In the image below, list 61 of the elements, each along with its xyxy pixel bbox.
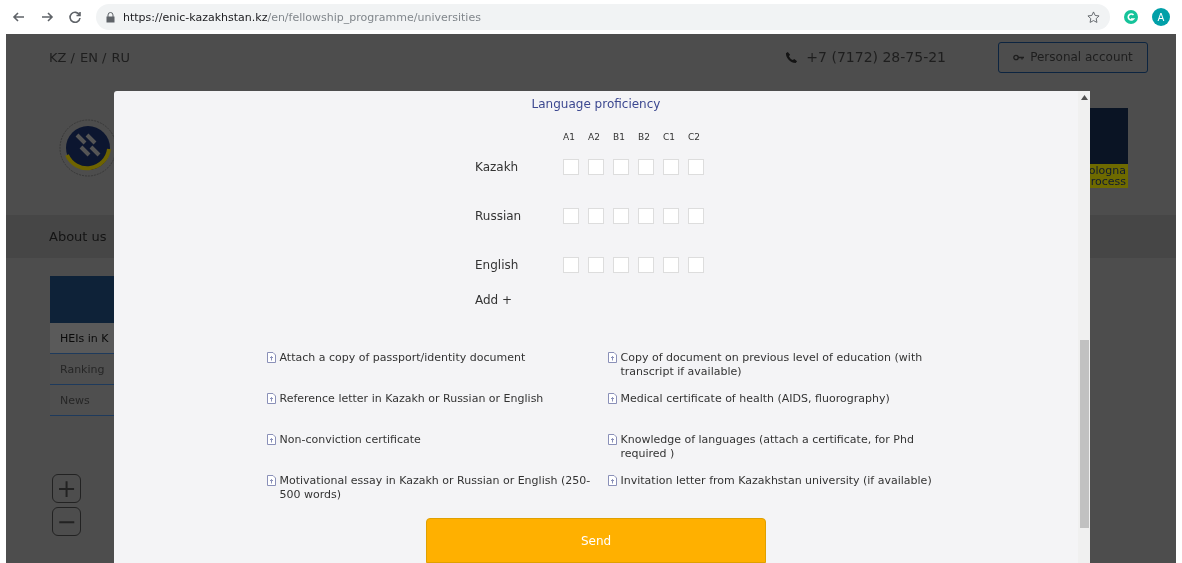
document-label: Invitation letter from Kazakhstan university (if available) (620, 474, 933, 488)
add-language-link[interactable]: Add + (475, 293, 513, 307)
level-checkbox[interactable] (588, 158, 604, 175)
scrollbar-thumb[interactable] (1079, 340, 1089, 528)
level-header: C1 (663, 132, 676, 142)
level-checkbox[interactable] (688, 158, 704, 175)
forward-arrow-icon[interactable] (40, 10, 54, 24)
section-title: Language proficiency (531, 97, 661, 111)
document-label: Medical certificate of health (AIDS, fluorography) (620, 392, 891, 406)
document-label: Reference letter in Kazakh or Russian or English (279, 392, 545, 406)
reload-icon[interactable] (68, 10, 82, 24)
address-bar[interactable]: https://enic-kazakhstan.kz/en/fellowship_programme/universities (96, 4, 1110, 30)
file-upload-icon[interactable] (607, 352, 617, 363)
document-label: Attach a copy of passport/identity document (279, 351, 527, 365)
file-upload-icon[interactable] (607, 434, 617, 445)
level-checkbox[interactable] (588, 207, 604, 224)
level-checkbox[interactable] (638, 256, 654, 273)
level-checkbox[interactable] (613, 158, 629, 175)
file-upload-icon[interactable] (266, 393, 276, 404)
level-checkbox[interactable] (688, 256, 704, 273)
lock-icon (106, 11, 115, 23)
document-label: Motivational essay in Kazakh or Russian or English (250-500 words) (279, 474, 592, 502)
level-checkbox[interactable] (588, 256, 604, 273)
file-upload-icon[interactable] (607, 475, 617, 486)
document-label: Knowledge of languages (attach a certificate, for Phd required ) (620, 433, 915, 461)
zoom-out-button[interactable]: − (52, 507, 81, 536)
level-checkbox[interactable] (688, 207, 704, 224)
level-checkbox[interactable] (663, 158, 679, 175)
level-checkbox[interactable] (563, 207, 579, 224)
star-icon[interactable] (1087, 10, 1100, 24)
language-label: English (475, 256, 520, 274)
level-checkbox[interactable] (638, 207, 654, 224)
language-label: Russian (475, 207, 523, 225)
scroll-up-icon[interactable] (1080, 95, 1088, 100)
level-checkbox[interactable] (638, 158, 654, 175)
document-label: Copy of document on previous level of education (with transcript if available) (620, 351, 924, 379)
level-header: A1 (563, 132, 576, 142)
level-header: B2 (638, 132, 651, 142)
file-upload-icon[interactable] (266, 475, 276, 486)
send-button[interactable]: Send (426, 518, 766, 563)
level-header: C2 (688, 132, 701, 142)
scrollbar[interactable] (1078, 91, 1090, 563)
phone-icon (785, 50, 799, 64)
file-upload-icon[interactable] (266, 352, 276, 363)
file-upload-icon[interactable] (607, 393, 617, 404)
document-label: Non-conviction certificate (279, 433, 422, 447)
zoom-in-button[interactable]: + (52, 474, 81, 503)
level-header: B1 (613, 132, 626, 142)
back-arrow-icon[interactable] (12, 10, 26, 24)
level-header: A2 (588, 132, 601, 142)
level-checkbox[interactable] (563, 158, 579, 175)
profile-avatar[interactable]: A (1152, 8, 1170, 26)
level-checkbox[interactable] (663, 256, 679, 273)
extension-icon[interactable] (1124, 10, 1138, 24)
key-icon (1013, 53, 1025, 61)
level-checkbox[interactable] (613, 256, 629, 273)
language-label: Kazakh (475, 158, 520, 176)
level-checkbox[interactable] (663, 207, 679, 224)
level-checkbox[interactable] (563, 256, 579, 273)
file-upload-icon[interactable] (266, 434, 276, 445)
level-checkbox[interactable] (613, 207, 629, 224)
